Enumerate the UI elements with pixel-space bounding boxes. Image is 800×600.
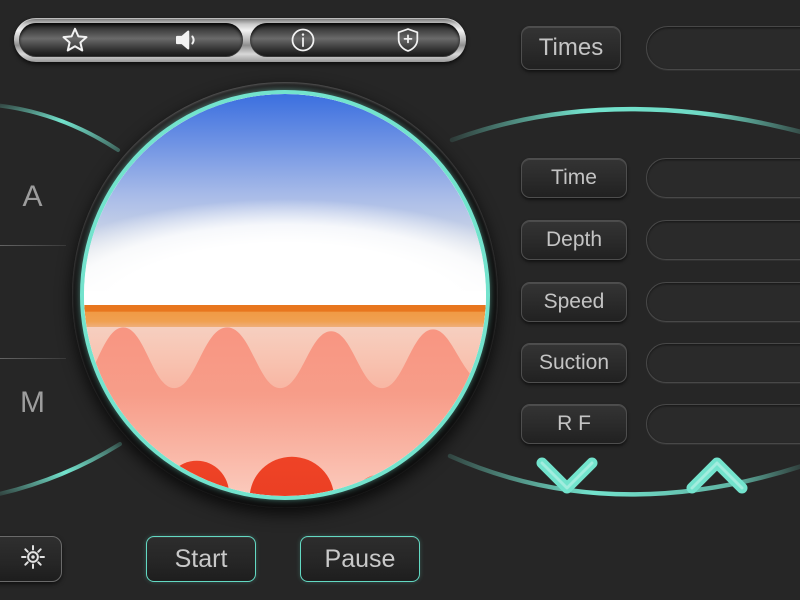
toolbar-group-left [19,23,243,57]
param-label-depth[interactable]: Depth [521,220,627,260]
info-icon[interactable] [250,23,355,57]
param-field-time[interactable] [646,158,800,198]
times-label-button[interactable]: Times [521,26,621,70]
shield-plus-icon[interactable] [355,23,460,57]
param-field-rf[interactable] [646,404,800,444]
param-label-rf-text: R F [557,412,591,435]
param-field-speed[interactable] [646,282,800,322]
pause-button-label: Pause [324,544,396,573]
param-label-speed[interactable]: Speed [521,282,627,322]
mode-manual-label: M [20,386,46,419]
scope-clip [84,94,486,496]
param-label-time[interactable]: Time [521,158,627,198]
scope-follicle-waves [84,327,486,496]
top-toolbar [14,18,466,62]
gear-icon [19,543,47,576]
rail-divider-top [0,245,66,246]
param-label-speed-text: Speed [543,290,605,313]
chevron-down-icon[interactable] [536,456,598,501]
star-icon[interactable] [19,23,131,57]
param-label-time-text: Time [551,166,597,189]
settings-button[interactable] [0,536,62,582]
param-label-suction[interactable]: Suction [521,343,627,383]
chevron-up-icon[interactable] [686,456,748,501]
mode-auto-label: A [22,180,44,213]
param-label-rf[interactable]: R F [521,404,627,444]
start-button[interactable]: Start [146,536,256,582]
param-field-suction[interactable] [646,343,800,383]
volume-icon[interactable] [131,23,243,57]
times-label-text: Times [538,34,604,61]
param-label-suction-text: Suction [538,351,610,374]
sidebar-item-mode-auto[interactable]: A [0,180,66,214]
times-value-field[interactable] [646,26,800,70]
param-label-depth-text: Depth [545,228,603,251]
toolbar-group-right [250,23,460,57]
start-button-label: Start [174,544,228,573]
pause-button[interactable]: Pause [300,536,420,582]
param-field-depth[interactable] [646,220,800,260]
device-control-screen: A M Times Time Depth Speed Suction R F S… [0,0,800,600]
rail-divider-bottom [0,358,66,359]
skin-scope-display[interactable] [72,82,498,508]
scope-ring [80,90,490,500]
sidebar-item-mode-manual[interactable]: M [0,386,66,420]
